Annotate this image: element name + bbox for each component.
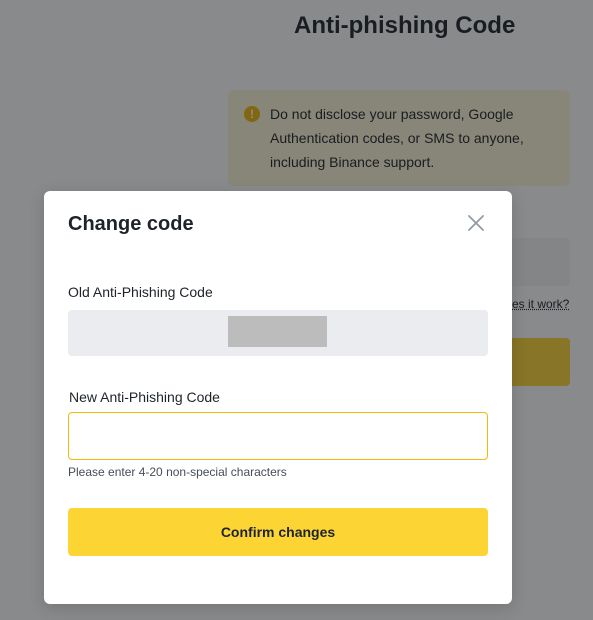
modal-title: Change code — [68, 213, 194, 235]
close-button[interactable] — [464, 211, 488, 235]
old-code-redacted-value — [228, 316, 327, 347]
close-icon — [468, 215, 484, 231]
new-code-label: New Anti-Phishing Code — [69, 389, 220, 405]
old-code-field — [68, 310, 488, 356]
new-code-hint: Please enter 4-20 non-special characters — [68, 465, 287, 479]
change-code-modal: Change code Old Anti-Phishing Code New A… — [44, 191, 512, 604]
old-code-label: Old Anti-Phishing Code — [68, 284, 213, 300]
new-code-input[interactable] — [68, 412, 488, 460]
confirm-changes-button[interactable]: Confirm changes — [68, 508, 488, 556]
